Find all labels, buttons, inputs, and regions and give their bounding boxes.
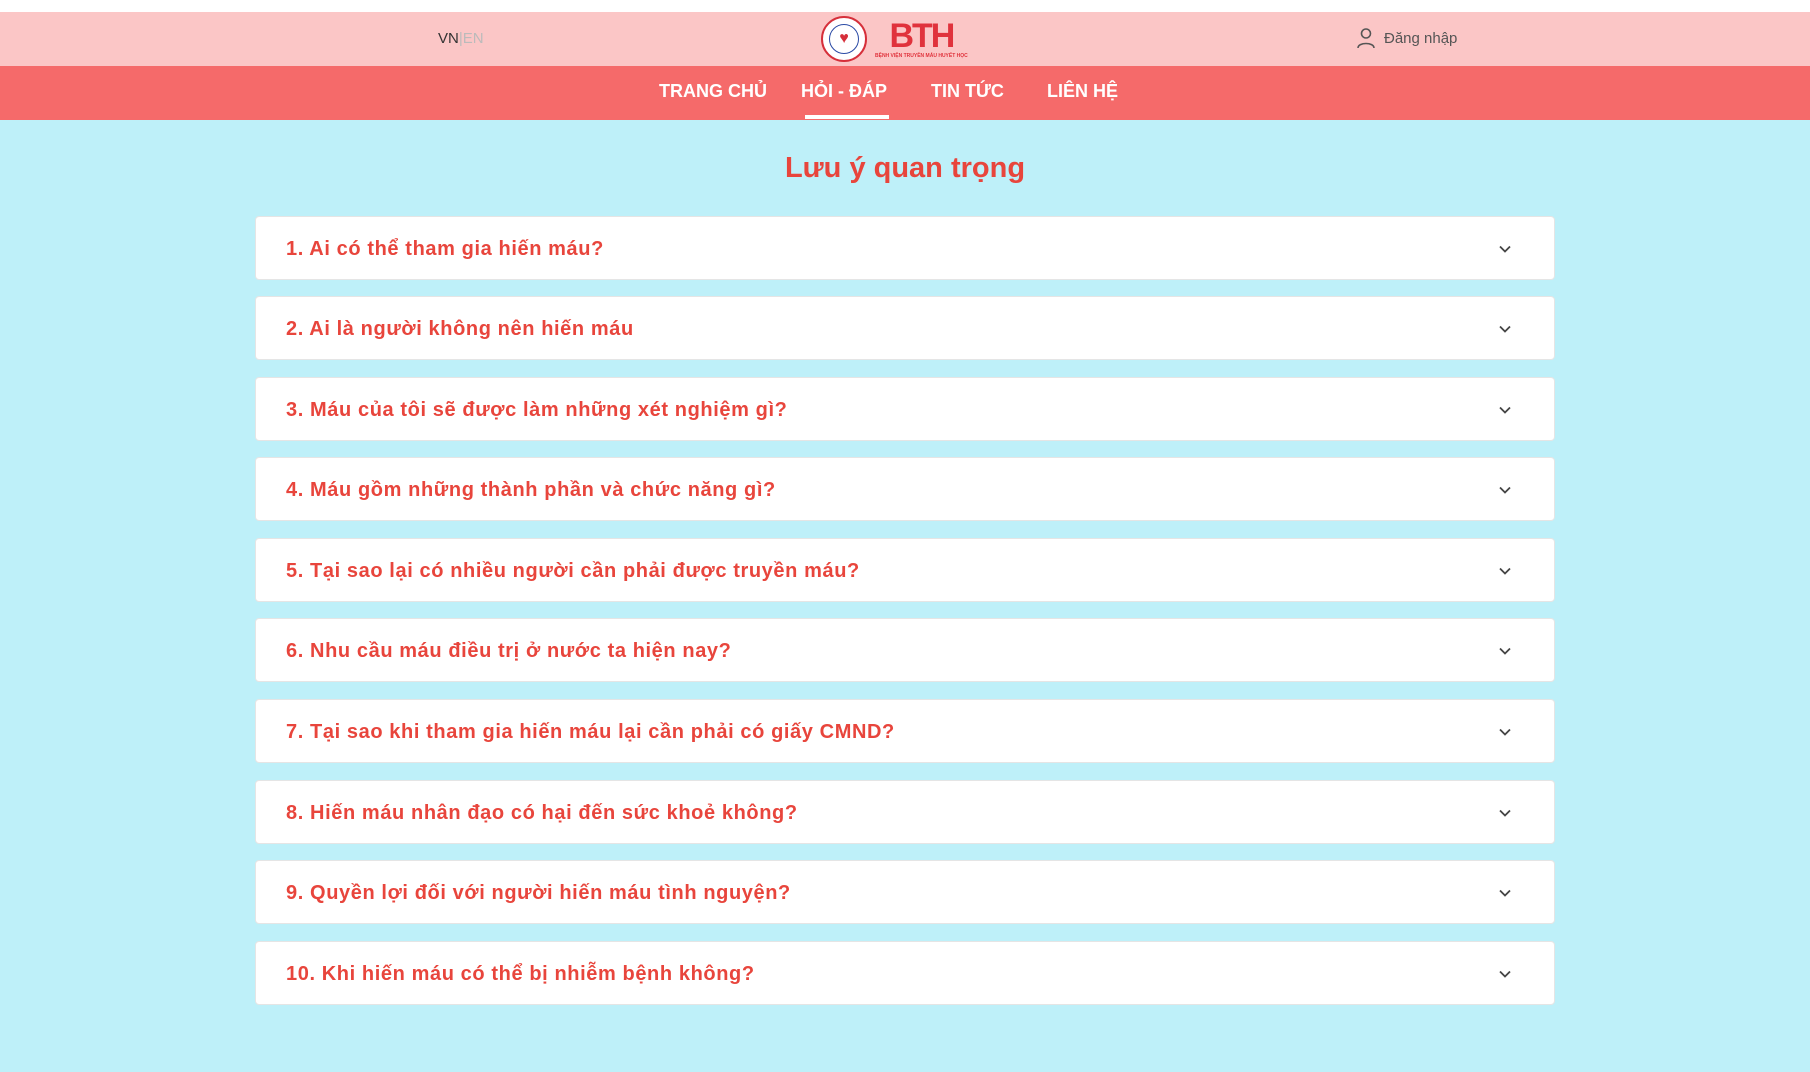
chevron-down-icon [1499, 486, 1511, 494]
nav-item-home[interactable]: TRANG CHỦ [659, 81, 767, 102]
faq-item[interactable]: 8. Hiến máu nhân đạo có hại đến sức khoẻ… [255, 780, 1555, 844]
faq-question: 10. Khi hiến máu có thể bị nhiễm bệnh kh… [286, 963, 755, 985]
faq-item[interactable]: 2. Ai là người không nên hiến máu [255, 296, 1555, 360]
chevron-down-icon [1499, 647, 1511, 655]
user-icon [1357, 28, 1375, 49]
faq-item[interactable]: 1. Ai có thể tham gia hiến máu? [255, 216, 1555, 280]
language-switcher: VN|EN [438, 30, 484, 47]
login-label: Đăng nhập [1384, 29, 1458, 47]
faq-question: 3. Máu của tôi sẽ được làm những xét ngh… [286, 399, 788, 421]
faq-question: 1. Ai có thể tham gia hiến máu? [286, 238, 604, 260]
page-title: Lưu ý quan trọng [784, 152, 1026, 184]
chevron-down-icon [1499, 809, 1511, 817]
login-link[interactable]: Đăng nhập [1356, 27, 1457, 49]
faq-question: 5. Tại sao lại có nhiều người cần phải đ… [286, 560, 860, 582]
faq-item[interactable]: 6. Nhu cầu máu điều trị ở nước ta hiện n… [255, 618, 1555, 682]
nav-item-news[interactable]: TIN TỨC [931, 81, 1004, 102]
lang-vn-link[interactable]: VN [438, 30, 459, 47]
chevron-down-icon [1499, 325, 1511, 333]
faq-item[interactable]: 9. Quyền lợi đối với người hiến máu tình… [255, 860, 1555, 924]
faq-question: 8. Hiến máu nhân đạo có hại đến sức khoẻ… [286, 802, 798, 824]
chevron-down-icon [1499, 567, 1511, 575]
faq-item[interactable]: 7. Tại sao khi tham gia hiến máu lại cần… [255, 699, 1555, 763]
nav-item-qa[interactable]: HỎI - ĐÁP [801, 81, 890, 119]
nav-item-contact[interactable]: LIÊN HỆ [1047, 81, 1118, 102]
chevron-down-icon [1499, 245, 1511, 253]
chevron-down-icon [1499, 889, 1511, 897]
main-nav: TRANG CHỦ HỎI - ĐÁP TIN TỨC LIÊN HỆ [0, 66, 1810, 120]
faq-item[interactable]: 5. Tại sao lại có nhiều người cần phải đ… [255, 538, 1555, 602]
bth-logo: BTH BỆNH VIỆN TRUYỀN MÁU HUYẾT HỌC [875, 19, 968, 59]
logo-subtext: BỆNH VIỆN TRUYỀN MÁU HUYẾT HỌC [875, 53, 968, 59]
main-content: Lưu ý quan trọng 1. Ai có thể tham gia h… [0, 120, 1810, 1072]
top-bar: VN|EN ♥ BTH BỆNH VIỆN TRUYỀN MÁU HUYẾT H… [0, 12, 1810, 66]
faq-item[interactable]: 10. Khi hiến máu có thể bị nhiễm bệnh kh… [255, 941, 1555, 1005]
faq-question: 9. Quyền lợi đối với người hiến máu tình… [286, 882, 791, 904]
hospital-seal-logo: ♥ [821, 16, 867, 62]
logo-text: BTH [889, 17, 955, 55]
chevron-down-icon [1499, 970, 1511, 978]
chevron-down-icon [1499, 728, 1511, 736]
faq-item[interactable]: 3. Máu của tôi sẽ được làm những xét ngh… [255, 377, 1555, 441]
faq-question: 6. Nhu cầu máu điều trị ở nước ta hiện n… [286, 640, 732, 662]
faq-question: 2. Ai là người không nên hiến máu [286, 318, 634, 340]
site-logo[interactable]: ♥ BTH BỆNH VIỆN TRUYỀN MÁU HUYẾT HỌC [821, 12, 968, 66]
faq-question: 7. Tại sao khi tham gia hiến máu lại cần… [286, 721, 895, 743]
chevron-down-icon [1499, 406, 1511, 414]
faq-question: 4. Máu gồm những thành phần và chức năng… [286, 479, 776, 501]
lang-en-link[interactable]: EN [463, 30, 484, 47]
heart-icon: ♥ [829, 24, 859, 54]
faq-item[interactable]: 4. Máu gồm những thành phần và chức năng… [255, 457, 1555, 521]
